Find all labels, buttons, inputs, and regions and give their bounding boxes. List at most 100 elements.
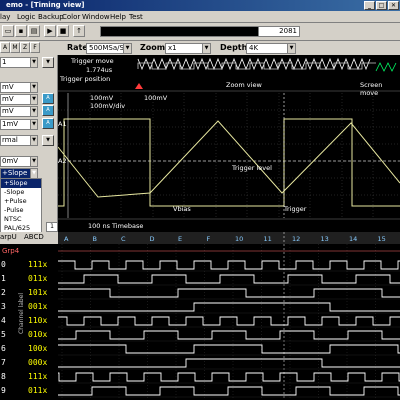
- logic-wave-8: [58, 372, 400, 382]
- row-number: 5: [1, 330, 6, 339]
- tab-m[interactable]: M: [10, 42, 20, 53]
- list-item[interactable]: +Slope: [1, 179, 41, 188]
- table-row[interactable]: 6 100x: [0, 342, 58, 356]
- trigger-level-label: Trigger level: [232, 164, 272, 172]
- trigger-mode-select[interactable]: rmal ▼: [0, 135, 38, 146]
- ruler-label: B: [93, 235, 97, 243]
- chevron-down-icon: ▼: [202, 44, 210, 53]
- row-bits: 011x: [28, 386, 48, 395]
- stop-icon[interactable]: ■: [57, 25, 69, 37]
- trigger-level-select[interactable]: 0mV ▼: [0, 156, 38, 167]
- logic-wave-6: [58, 344, 400, 354]
- close-button[interactable]: ✕: [388, 1, 399, 10]
- chevron-down-icon: ▼: [30, 95, 37, 104]
- logic-wave-7: [58, 358, 400, 368]
- ch1-square-wave: [58, 118, 400, 207]
- row-bits: 100x: [28, 344, 48, 353]
- list-item[interactable]: -Pulse: [1, 206, 41, 215]
- row-bits: 011x: [28, 274, 48, 283]
- menu-help[interactable]: Help: [110, 12, 126, 22]
- channel-select[interactable]: 1 ▼: [0, 57, 38, 68]
- zoom-value: x1: [168, 44, 177, 52]
- list-item[interactable]: NTSC: [1, 215, 41, 224]
- ruler-label: A: [64, 235, 69, 243]
- menu-window[interactable]: Window: [82, 12, 110, 22]
- single-icon[interactable]: ↑: [73, 25, 85, 37]
- minimize-button[interactable]: _: [364, 1, 375, 10]
- chevron-down-icon: ▼: [30, 107, 37, 116]
- ruler-label: E: [178, 235, 182, 243]
- table-row[interactable]: 2 101x: [0, 286, 58, 300]
- ch3-coupling-button[interactable]: A: [42, 105, 54, 116]
- marker-a1: A1: [58, 120, 67, 128]
- logic-wave-9: [58, 386, 400, 396]
- table-row[interactable]: 3 001x: [0, 300, 58, 314]
- trigger-mode-button[interactable]: ▼: [42, 135, 54, 146]
- table-row[interactable]: 4 110x: [0, 314, 58, 328]
- save-icon[interactable]: ▪: [15, 25, 27, 37]
- ch2-volt-select[interactable]: mV ▼: [0, 94, 38, 105]
- menu-backup[interactable]: Backup: [38, 12, 64, 22]
- ch4-coupling-button[interactable]: A: [42, 118, 54, 129]
- table-row[interactable]: 9 011x: [0, 384, 58, 398]
- table-row[interactable]: 7 000x: [0, 356, 58, 370]
- ruler-label: 13: [321, 235, 329, 243]
- ch2-coupling-button[interactable]: A: [42, 93, 54, 104]
- channel-side-label: Channel label: [18, 292, 25, 334]
- row-number: 7: [1, 358, 6, 367]
- settings-toolbar: A M Z F Rate 500MSa/S ▼ Zoom x1 ▼ Depth 4K…: [0, 41, 400, 55]
- ch4-volt-select[interactable]: 1mV ▼: [0, 119, 38, 130]
- row-number: 9: [1, 386, 6, 395]
- chevron-down-icon: ▼: [30, 58, 37, 67]
- depth-select[interactable]: 4K ▼: [246, 43, 296, 54]
- ch2-scale: 100mV/div: [90, 102, 126, 110]
- channel-value: 1: [2, 58, 7, 66]
- menu-color[interactable]: Color: [62, 12, 80, 22]
- page-indicator[interactable]: 1: [46, 222, 58, 232]
- logic-grp-header: arpU: [0, 233, 17, 241]
- logic-header: arpU ABCD 1: [0, 222, 58, 244]
- depth-label: Depth: [220, 43, 248, 52]
- run-icon[interactable]: ▶: [44, 25, 56, 37]
- maximize-button[interactable]: □: [376, 1, 387, 10]
- ch3-volt-select[interactable]: mV ▼: [0, 106, 38, 117]
- zoom-select[interactable]: x1 ▼: [165, 43, 211, 54]
- table-row[interactable]: 8 111x: [0, 370, 58, 384]
- trigger-type-list[interactable]: +Slope -Slope +Pulse -Pulse NTSC PAL/625: [0, 178, 42, 236]
- menu-logic[interactable]: Logic: [17, 12, 35, 22]
- menu-test[interactable]: Test: [129, 12, 143, 22]
- oscilloscope-view[interactable]: Trigger move 1.774us Trigger position Zo…: [58, 55, 400, 232]
- menu-view[interactable]: lay: [0, 12, 10, 22]
- tab-f[interactable]: F: [30, 42, 40, 53]
- sample-counter: 2081: [258, 26, 300, 37]
- logic-wave-3: [58, 302, 400, 312]
- open-icon[interactable]: ▭: [2, 25, 14, 37]
- zoom-view-label: Zoom view: [226, 81, 262, 89]
- tab-a[interactable]: A: [0, 42, 10, 53]
- chevron-down-icon: ▼: [123, 44, 131, 53]
- chevron-down-icon: ▼: [30, 83, 37, 92]
- list-item[interactable]: -Slope: [1, 188, 41, 197]
- ruler-label: D: [150, 235, 155, 243]
- row-bits: 010x: [28, 330, 48, 339]
- screen-move-label: Screen move: [360, 81, 383, 97]
- logic-analyzer-view[interactable]: A B C D E F 10 11 12 13 14 15: [58, 232, 400, 400]
- table-row[interactable]: 1 011x: [0, 272, 58, 286]
- rate-select[interactable]: 500MSa/S ▼: [86, 43, 132, 54]
- ch2-triangle-wave: [58, 120, 400, 198]
- print-icon[interactable]: ▤: [28, 25, 40, 37]
- ruler-label: 11: [264, 235, 272, 243]
- ch3-volt-value: mV: [2, 107, 14, 115]
- ruler-label: 10: [235, 235, 243, 243]
- table-row[interactable]: 0 111x: [0, 258, 58, 272]
- channel-button[interactable]: ▼: [42, 57, 54, 68]
- list-item[interactable]: +Pulse: [1, 197, 41, 206]
- row-number: 8: [1, 372, 6, 381]
- channel-list: 0 111x 1 011x 2 101x 3 001x 4 110x 5 010x 6 100…: [0, 258, 58, 400]
- ch1-volt-select[interactable]: mV ▼: [0, 82, 38, 93]
- table-row[interactable]: 5 010x: [0, 328, 58, 342]
- logic-waveforms: [58, 250, 400, 398]
- tab-z[interactable]: Z: [20, 42, 30, 53]
- chevron-down-icon: ▼: [30, 136, 37, 145]
- trigger-level-value: 0mV: [2, 157, 19, 165]
